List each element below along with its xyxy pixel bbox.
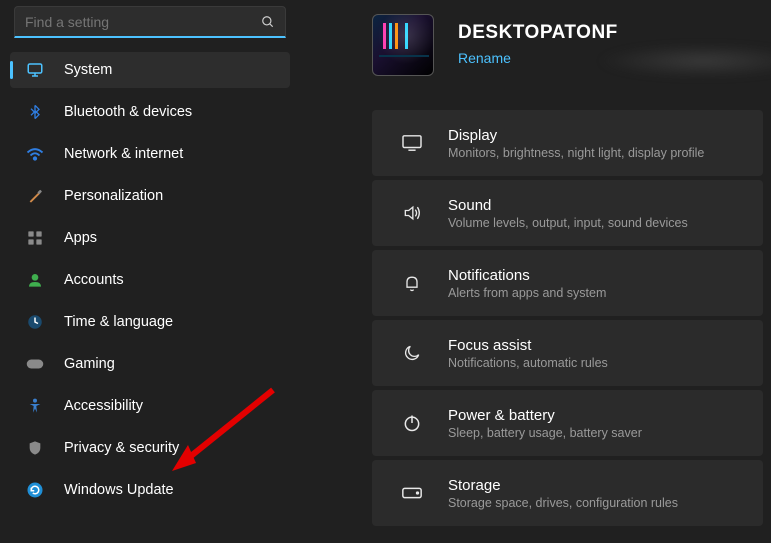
device-name: DESKTOPATONF — [458, 22, 618, 44]
sound-icon — [394, 203, 430, 223]
card-subtitle: Volume levels, output, input, sound devi… — [448, 216, 688, 230]
gaming-icon — [24, 357, 46, 371]
sidebar-item-windows-update[interactable]: Windows Update — [10, 472, 290, 508]
device-avatar — [372, 14, 434, 76]
sidebar-item-label: Accessibility — [64, 398, 143, 414]
sidebar-item-time-language[interactable]: Time & language — [10, 304, 290, 340]
search-input[interactable] — [25, 14, 261, 30]
card-sound[interactable]: Sound Volume levels, output, input, soun… — [372, 180, 763, 246]
card-title: Sound — [448, 197, 688, 214]
sidebar-item-label: Accounts — [64, 272, 124, 288]
apps-icon — [24, 230, 46, 246]
bell-icon — [394, 272, 430, 294]
sidebar-item-label: System — [64, 62, 112, 78]
card-power[interactable]: Power & battery Sleep, battery usage, ba… — [372, 390, 763, 456]
globe-clock-icon — [24, 313, 46, 331]
sidebar-item-label: Windows Update — [64, 482, 174, 498]
bluetooth-icon — [24, 103, 46, 121]
accessibility-icon — [24, 397, 46, 415]
card-title: Display — [448, 127, 704, 144]
card-subtitle: Sleep, battery usage, battery saver — [448, 426, 642, 440]
card-title: Notifications — [448, 267, 606, 284]
sidebar-item-label: Gaming — [64, 356, 115, 372]
sidebar-item-label: Time & language — [64, 314, 173, 330]
sidebar-item-apps[interactable]: Apps — [10, 220, 290, 256]
card-notifications[interactable]: Notifications Alerts from apps and syste… — [372, 250, 763, 316]
sidebar-item-label: Privacy & security — [64, 440, 179, 456]
card-focus-assist[interactable]: Focus assist Notifications, automatic ru… — [372, 320, 763, 386]
paintbrush-icon — [24, 187, 46, 205]
card-title: Storage — [448, 477, 678, 494]
moon-icon — [394, 343, 430, 363]
card-subtitle: Notifications, automatic rules — [448, 356, 608, 370]
search-box[interactable] — [14, 6, 286, 38]
sidebar-item-label: Apps — [64, 230, 97, 246]
display-icon — [394, 134, 430, 152]
card-subtitle: Storage space, drives, configuration rul… — [448, 496, 678, 510]
shield-icon — [24, 439, 46, 457]
update-icon — [24, 481, 46, 499]
search-icon — [261, 15, 275, 29]
person-icon — [24, 271, 46, 289]
power-icon — [394, 413, 430, 433]
card-title: Focus assist — [448, 337, 608, 354]
card-storage[interactable]: Storage Storage space, drives, configura… — [372, 460, 763, 526]
sidebar-item-accounts[interactable]: Accounts — [10, 262, 290, 298]
wifi-icon — [24, 147, 46, 161]
sidebar-item-personalization[interactable]: Personalization — [10, 178, 290, 214]
sidebar-item-label: Network & internet — [64, 146, 183, 162]
device-header: DESKTOPATONF Rename — [372, 8, 763, 82]
rename-link[interactable]: Rename — [458, 50, 511, 66]
card-subtitle: Alerts from apps and system — [448, 286, 606, 300]
sidebar-item-label: Bluetooth & devices — [64, 104, 192, 120]
sidebar-item-accessibility[interactable]: Accessibility — [10, 388, 290, 424]
sidebar-item-gaming[interactable]: Gaming — [10, 346, 290, 382]
card-subtitle: Monitors, brightness, night light, displ… — [448, 146, 704, 160]
sidebar-item-bluetooth[interactable]: Bluetooth & devices — [10, 94, 290, 130]
sidebar-item-label: Personalization — [64, 188, 163, 204]
redacted-blur — [598, 44, 771, 78]
sidebar-item-privacy[interactable]: Privacy & security — [10, 430, 290, 466]
system-icon — [24, 61, 46, 79]
storage-icon — [394, 486, 430, 500]
card-title: Power & battery — [448, 407, 642, 424]
settings-card-list: Display Monitors, brightness, night ligh… — [372, 110, 763, 526]
sidebar-item-network[interactable]: Network & internet — [10, 136, 290, 172]
card-display[interactable]: Display Monitors, brightness, night ligh… — [372, 110, 763, 176]
sidebar-nav: System Bluetooth & devices Network & int… — [4, 50, 296, 510]
sidebar-item-system[interactable]: System — [10, 52, 290, 88]
